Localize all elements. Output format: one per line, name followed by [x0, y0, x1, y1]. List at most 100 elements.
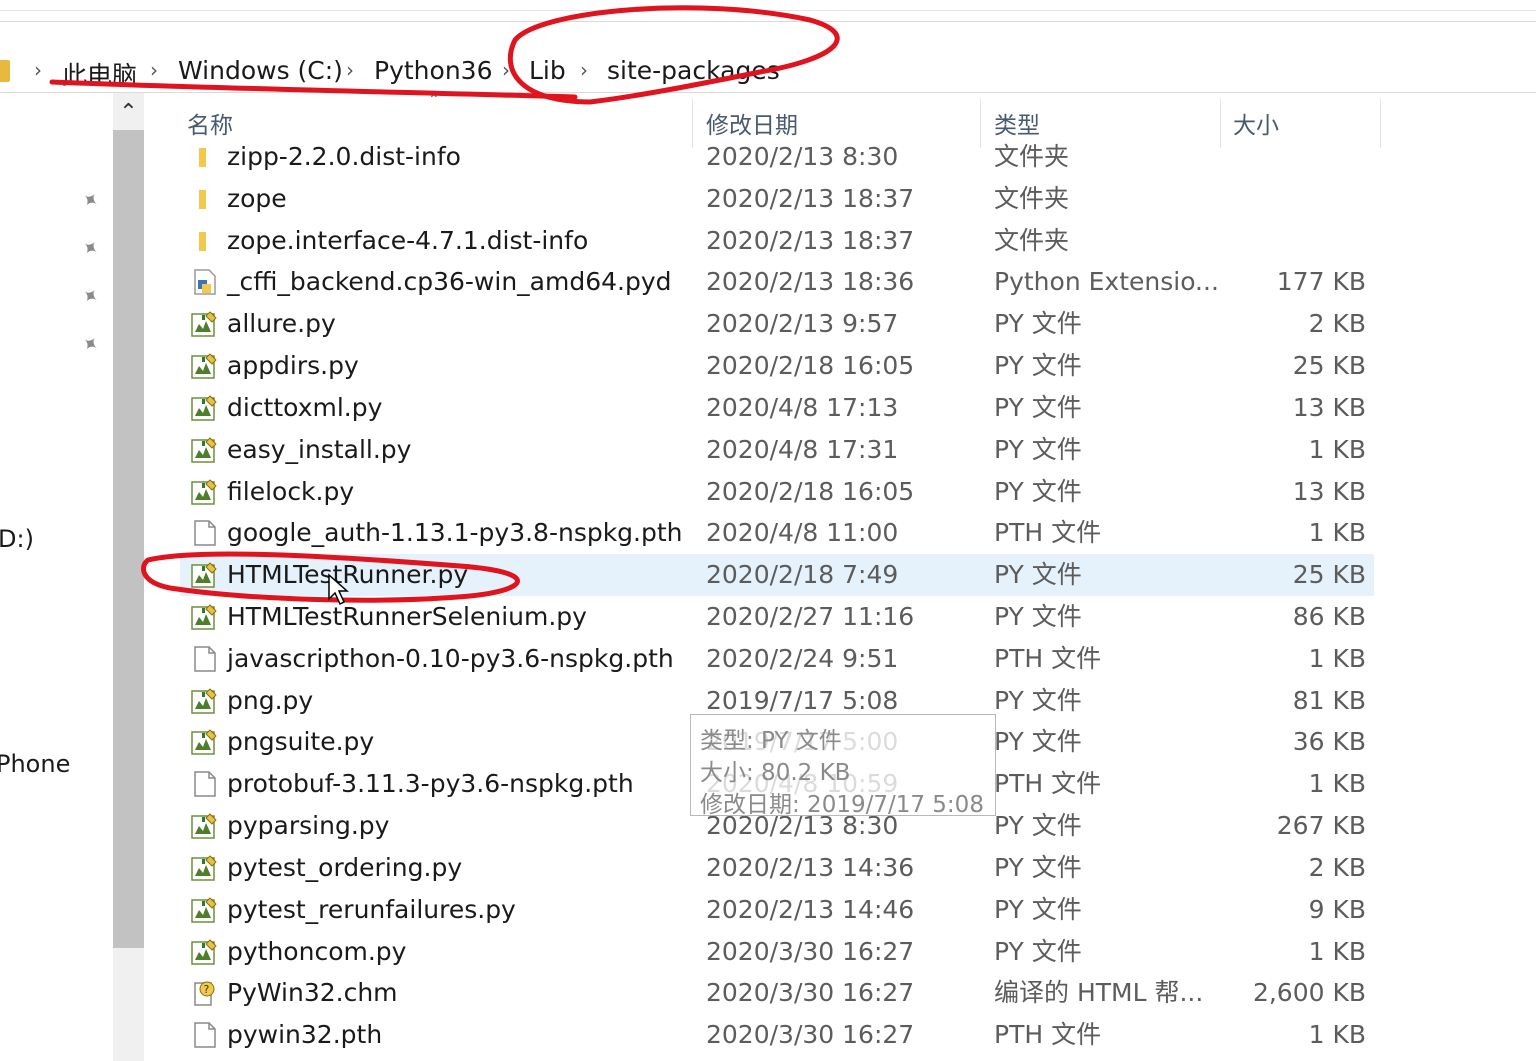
file-row[interactable]: filelock.py 2020/2/18 16:05 PY 文件 13 KB — [180, 471, 1374, 513]
file-type: 文件夹 — [994, 183, 1070, 213]
scroll-up-arrow-icon[interactable]: ⌃ — [113, 96, 144, 130]
navigation-pane[interactable]: ✦ ✦ ✦ ✦ D:) Phone — [0, 93, 113, 1061]
column-header-name[interactable]: 名称 — [187, 106, 233, 140]
tooltip-size: 大小: 80.2 KB — [700, 760, 851, 786]
breadcrumb-python36[interactable]: Python36 — [374, 56, 492, 85]
chevron-right-icon[interactable]: › — [580, 58, 588, 82]
chevron-right-icon[interactable]: › — [502, 58, 510, 82]
breadcrumb-site-packages[interactable]: site-packages — [607, 56, 780, 85]
file-row[interactable]: allure.py 2020/2/13 9:57 PY 文件 2 KB — [180, 303, 1374, 345]
file-size: 2 KB — [1308, 852, 1366, 882]
chevron-right-icon[interactable]: › — [34, 58, 42, 82]
address-bar[interactable]: › 此电脑 › Windows (C:) › Python36 › Lib › … — [0, 22, 1536, 93]
file-size: 1 KB — [1308, 643, 1366, 673]
file-row[interactable]: ? PyWin32.chm 2020/3/30 16:27 编译的 HTML 帮...… — [180, 972, 1374, 1014]
file-size: 1 KB — [1308, 936, 1366, 966]
file-row[interactable]: _cffi_backend.cp36-win_amd64.pyd 2020/2/1… — [180, 261, 1374, 303]
file-size: 1 KB — [1308, 518, 1366, 548]
file-row[interactable]: pytest_ordering.py 2020/2/13 14:36 PY 文件 2 … — [180, 847, 1374, 889]
file-row[interactable]: dicttoxml.py 2020/4/8 17:13 PY 文件 13 KB — [180, 387, 1374, 429]
nav-item-phone[interactable]: Phone — [0, 750, 70, 778]
file-row[interactable]: pythoncom.py 2020/3/30 16:27 PY 文件 1 KB — [180, 931, 1374, 973]
column-divider[interactable] — [1380, 98, 1381, 148]
file-type: PTH 文件 — [994, 643, 1102, 673]
file-size: 81 KB — [1292, 685, 1366, 715]
file-type: PTH 文件 — [994, 518, 1102, 548]
column-header-size[interactable]: 大小 — [1233, 106, 1279, 140]
file-type: PY 文件 — [994, 811, 1082, 841]
file-type: 文件夹 — [994, 142, 1070, 171]
file-row[interactable]: easy_install.py 2020/4/8 17:31 PY 文件 1 KB — [180, 429, 1374, 471]
file-name: pytest_rerunfailures.py — [227, 894, 516, 924]
nav-item-drive-d[interactable]: D:) — [0, 525, 34, 553]
file-name: zope — [227, 183, 287, 213]
svg-text:?: ? — [204, 983, 210, 996]
tooltip-type: 类型: PY 文件 — [700, 728, 842, 754]
file-row[interactable]: zope.interface-4.7.1.dist-info 2020/2/13 … — [180, 220, 1374, 262]
file-modified-date: 2020/2/18 7:49 — [706, 560, 899, 590]
file-size: 1 KB — [1308, 769, 1366, 799]
breadcrumb-lib[interactable]: Lib — [529, 56, 566, 85]
file-size: 1 KB — [1308, 1020, 1366, 1050]
chevron-right-icon[interactable]: › — [150, 58, 158, 82]
pin-icon[interactable]: ✦ — [77, 281, 104, 310]
chevron-right-icon[interactable]: › — [346, 58, 354, 82]
file-size: 9 KB — [1308, 894, 1366, 924]
file-modified-date: 2020/4/8 17:13 — [706, 392, 899, 422]
file-modified-date: 2020/2/13 14:46 — [706, 894, 915, 924]
file-name: png.py — [227, 685, 314, 715]
nav-scrollbar-thumb[interactable] — [113, 130, 144, 948]
file-name: HTMLTestRunner.py — [227, 560, 469, 590]
file-modified-date: 2020/2/13 14:36 — [706, 852, 915, 882]
file-row[interactable]: HTMLTestRunner.py 2020/2/18 7:49 PY 文件 25 K… — [180, 554, 1374, 597]
sort-ascending-icon: ⌃ — [428, 92, 440, 108]
breadcrumb-windows-c[interactable]: Windows (C:) — [178, 56, 343, 85]
file-size: 267 KB — [1276, 811, 1366, 841]
file-row[interactable]: HTMLTestRunnerSelenium.py 2020/2/27 11:16… — [180, 596, 1374, 638]
column-header-date[interactable]: 修改日期 — [706, 106, 798, 140]
file-type: PY 文件 — [994, 727, 1082, 757]
file-modified-date: 2020/2/13 9:57 — [706, 309, 899, 339]
breadcrumb-this-pc[interactable]: 此电脑 — [62, 56, 137, 92]
file-modified-date: 2020/2/13 8:30 — [706, 142, 899, 171]
file-name: javascripthon-0.10-py3.6-nspkg.pth — [227, 643, 674, 673]
file-modified-date: 2020/3/30 16:27 — [706, 936, 915, 966]
file-name: protobuf-3.11.3-py3.6-nspkg.pth — [227, 769, 634, 799]
file-row[interactable]: google_auth-1.13.1-py3.8-nspkg.pth 2020/4… — [180, 512, 1374, 554]
file-name: easy_install.py — [227, 434, 412, 464]
pin-icon[interactable]: ✦ — [77, 329, 104, 358]
file-type: PY 文件 — [994, 936, 1082, 966]
file-name: appdirs.py — [227, 351, 359, 381]
file-size: 2,600 KB — [1252, 978, 1366, 1008]
file-row[interactable]: pytest_rerunfailures.py 2020/2/13 14:46 PY… — [180, 889, 1374, 931]
file-modified-date: 2020/3/30 16:27 — [706, 978, 915, 1008]
pin-icon[interactable]: ✦ — [77, 233, 104, 262]
file-name: pythoncom.py — [227, 936, 407, 966]
tooltip-date: 修改日期: 2019/7/17 5:08 — [700, 792, 984, 818]
file-modified-date: 2020/2/18 16:05 — [706, 476, 915, 506]
pin-icon[interactable]: ✦ — [77, 185, 104, 214]
column-header-type[interactable]: 类型 — [994, 106, 1040, 140]
file-row[interactable]: zipp-2.2.0.dist-info 2020/2/13 8:30 文件夹 — [180, 136, 1374, 178]
window-top-border — [0, 10, 1536, 11]
file-size: 13 KB — [1292, 392, 1366, 422]
file-type: 编译的 HTML 帮... — [994, 978, 1204, 1008]
file-modified-date: 2020/2/18 16:05 — [706, 351, 915, 381]
folder-icon — [0, 60, 10, 82]
file-row[interactable]: zope 2020/2/13 18:37 文件夹 — [180, 178, 1374, 220]
file-row[interactable]: pywin32.pth 2020/3/30 16:27 PTH 文件 1 KB — [180, 1014, 1374, 1056]
file-modified-date: 2020/2/24 9:51 — [706, 643, 899, 673]
file-modified-date: 2020/2/13 18:37 — [706, 183, 915, 213]
file-row[interactable]: javascripthon-0.10-py3.6-nspkg.pth 2020/2… — [180, 638, 1374, 680]
file-type: PY 文件 — [994, 852, 1082, 882]
file-info-tooltip: 类型: PY 文件 大小: 80.2 KB 修改日期: 2019/7/17 5:… — [690, 714, 996, 818]
file-type: PY 文件 — [994, 685, 1082, 715]
file-name: pywin32.pth — [227, 1020, 383, 1050]
file-type: PY 文件 — [994, 351, 1082, 381]
file-name: pytest_ordering.py — [227, 852, 463, 882]
file-row[interactable]: appdirs.py 2020/2/18 16:05 PY 文件 25 KB — [180, 345, 1374, 387]
file-size: 2 KB — [1308, 309, 1366, 339]
file-modified-date: 2020/4/8 17:31 — [706, 434, 899, 464]
file-name: pyparsing.py — [227, 811, 390, 841]
file-type: PY 文件 — [994, 476, 1082, 506]
